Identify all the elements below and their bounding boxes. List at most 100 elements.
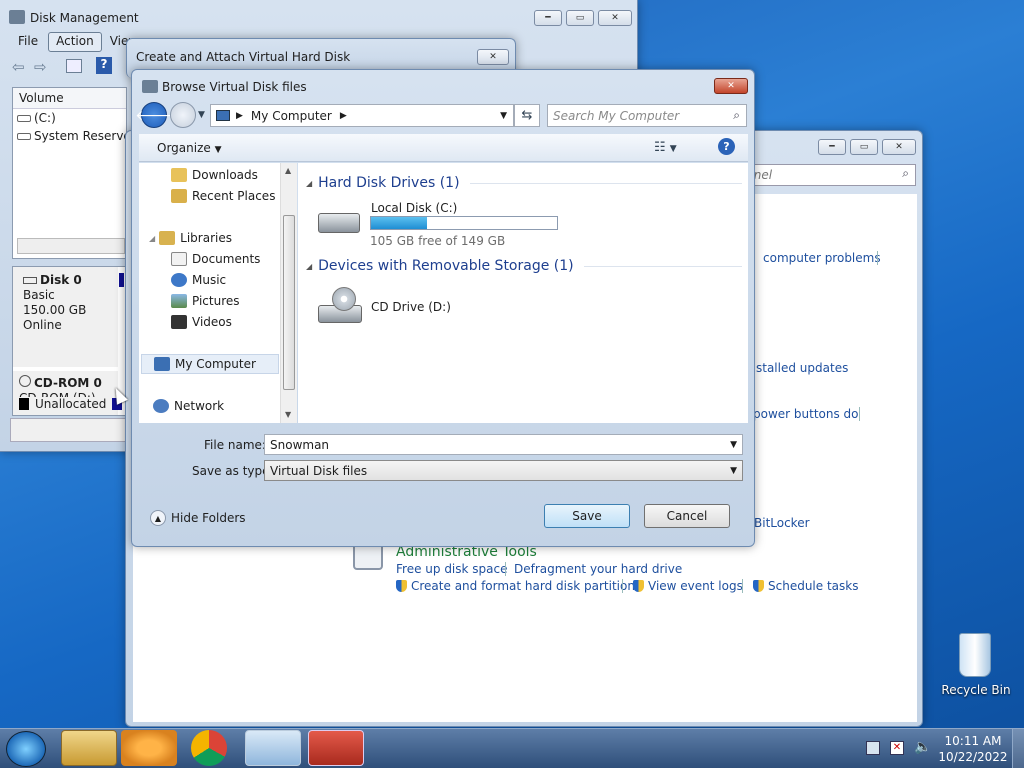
cp-close-button[interactable]: ✕	[882, 139, 916, 155]
cp-link-bitlocker[interactable]: BitLocker	[754, 516, 810, 530]
forward-icon[interactable]: ⇨	[34, 58, 47, 76]
breadcrumb-chevron-icon: ▶	[339, 110, 347, 121]
save-type-select[interactable]: Virtual Disk files ▼	[264, 460, 743, 481]
local-disk-item[interactable]: Local Disk (C:) 105 GB free of 149 GB	[314, 199, 574, 248]
nav-libraries[interactable]: ◢ Libraries	[149, 228, 232, 248]
admin-link-defrag[interactable]: Defragment your hard drive	[514, 562, 682, 576]
cp-link-updates[interactable]: stalled updates	[756, 361, 848, 375]
separator	[859, 407, 860, 421]
maximize-button[interactable]: ▭	[566, 10, 594, 26]
hard-disk-icon	[318, 213, 360, 233]
clock[interactable]: 10:11 AM 10/22/2022	[938, 733, 1008, 765]
expand-icon: ◢	[149, 233, 156, 243]
cp-link-troubleshoot[interactable]: computer problems	[763, 251, 881, 265]
search-icon: ⌕	[733, 108, 740, 122]
properties-icon[interactable]	[66, 59, 82, 73]
volume-column-header[interactable]: Volume	[13, 88, 126, 109]
disk0-panel[interactable]: Disk 0 Basic 150.00 GB Online	[13, 267, 118, 367]
tray-network-icon[interactable]	[866, 741, 880, 755]
start-button[interactable]	[6, 731, 46, 767]
admin-link-tasks-row[interactable]: Schedule tasks	[753, 579, 858, 593]
minimize-button[interactable]: ━	[534, 10, 562, 26]
taskbar-media-player-icon[interactable]	[121, 730, 177, 766]
taskbar-explorer-icon[interactable]	[61, 730, 117, 766]
hide-folders-button[interactable]: ▲ Hide Folders	[150, 510, 246, 526]
nav-scrollbar[interactable]: ▲ ▼	[280, 163, 297, 423]
refresh-button[interactable]: ⇆	[514, 104, 540, 127]
menu-file[interactable]: File	[8, 32, 48, 52]
help-icon[interactable]: ?	[718, 138, 735, 155]
recycle-bin[interactable]: Recycle Bin	[940, 630, 1012, 700]
nav-recent-places[interactable]: Recent Places	[171, 186, 275, 206]
tray-action-center-icon[interactable]: ✕	[890, 741, 904, 755]
recent-places-icon	[171, 189, 187, 203]
hdd-group-header[interactable]: ◢ Hard Disk Drives (1)	[306, 175, 742, 191]
back-icon[interactable]: ⇦	[12, 58, 25, 76]
scroll-thumb	[283, 215, 295, 390]
taskbar-control-panel-icon[interactable]	[245, 730, 301, 766]
nav-my-computer[interactable]: My Computer	[141, 354, 279, 374]
admin-link-free-space[interactable]: Free up disk space	[396, 562, 508, 576]
separator	[622, 579, 623, 593]
cp-maximize-button[interactable]: ▭	[850, 139, 878, 155]
computer-icon	[154, 357, 170, 371]
nav-documents[interactable]: Documents	[171, 249, 260, 269]
cd-drive-item[interactable]: CD Drive (D:)	[314, 283, 514, 331]
documents-icon	[171, 252, 187, 266]
show-desktop-button[interactable]	[1012, 729, 1024, 768]
network-icon	[153, 399, 169, 413]
browse-close-button[interactable]: ✕	[714, 78, 748, 94]
computer-icon	[216, 110, 230, 121]
chevron-down-icon: ▼	[730, 465, 737, 476]
collapse-up-icon: ▲	[150, 510, 166, 526]
taskbar-chrome-icon[interactable]	[191, 730, 227, 766]
taskbar-toolbox-icon[interactable]	[308, 730, 364, 766]
browse-search-input[interactable]: Search My Computer ⌕	[547, 104, 747, 127]
address-dropdown-icon[interactable]: ▼	[500, 111, 507, 121]
recycle-bin-label: Recycle Bin	[941, 683, 1011, 697]
volume-row[interactable]: System Reserved	[13, 127, 138, 145]
browse-dialog: Browse Virtual Disk files ✕ 🡐 ▼ ▶ My Com…	[131, 69, 755, 547]
admin-link-partitions-row[interactable]: Create and format hard disk partitions	[396, 579, 641, 593]
tray-volume-icon[interactable]: 🔈	[914, 739, 931, 755]
history-dropdown-icon[interactable]: ▼	[198, 110, 205, 120]
save-button[interactable]: Save	[544, 504, 630, 528]
chevron-down-icon[interactable]: ▼	[730, 440, 737, 450]
close-button[interactable]: ✕	[598, 10, 632, 26]
music-icon	[171, 273, 187, 287]
command-bar: Organize ▼ ☷ ▼ ?	[139, 134, 748, 162]
address-location[interactable]: My Computer	[251, 109, 332, 123]
nav-downloads[interactable]: Downloads	[171, 165, 258, 185]
nav-pictures[interactable]: Pictures	[171, 291, 240, 311]
cp-link-power[interactable]: power buttons do	[753, 407, 859, 421]
cancel-button[interactable]: Cancel	[644, 504, 730, 528]
disk0-name: Disk 0	[23, 273, 108, 288]
menu-action[interactable]: Action	[48, 32, 102, 52]
file-name-input[interactable]: Snowman ▼	[264, 434, 743, 455]
forward-button[interactable]	[170, 102, 196, 128]
nav-network[interactable]: Network	[153, 396, 224, 416]
disk0-status: Online	[23, 318, 62, 332]
nav-videos[interactable]: Videos	[171, 312, 232, 332]
legend-row: Unallocated	[19, 397, 123, 411]
libraries-icon	[159, 231, 176, 245]
removable-group-header[interactable]: ◢ Devices with Removable Storage (1)	[306, 258, 742, 274]
back-button[interactable]: 🡐	[135, 102, 173, 128]
help-icon[interactable]: ?	[96, 57, 112, 74]
view-options-icon[interactable]: ☷ ▼	[654, 140, 677, 155]
volume-row[interactable]: (C:)	[13, 109, 126, 127]
breadcrumb-chevron-icon: ▶	[236, 110, 243, 121]
nav-music[interactable]: Music	[171, 270, 226, 290]
vhd-dialog-title: Create and Attach Virtual Hard Disk	[136, 50, 351, 64]
organize-button[interactable]: Organize ▼	[157, 141, 222, 155]
cp-minimize-button[interactable]: ━	[818, 139, 846, 155]
admin-link-events-row[interactable]: View event logs	[633, 579, 743, 593]
separator	[742, 579, 743, 593]
vhd-close-button[interactable]: ✕	[477, 49, 509, 65]
clock-date: 10/22/2022	[938, 750, 1008, 764]
horizontal-scrollbar[interactable]	[17, 238, 125, 254]
drive-icon	[17, 133, 31, 140]
separator	[877, 251, 878, 265]
disk-graphical-view: Disk 0 Basic 150.00 GB Online CD-ROM 0 C…	[12, 266, 127, 416]
address-bar[interactable]: ▶ My Computer ▶ ▼	[210, 104, 514, 127]
